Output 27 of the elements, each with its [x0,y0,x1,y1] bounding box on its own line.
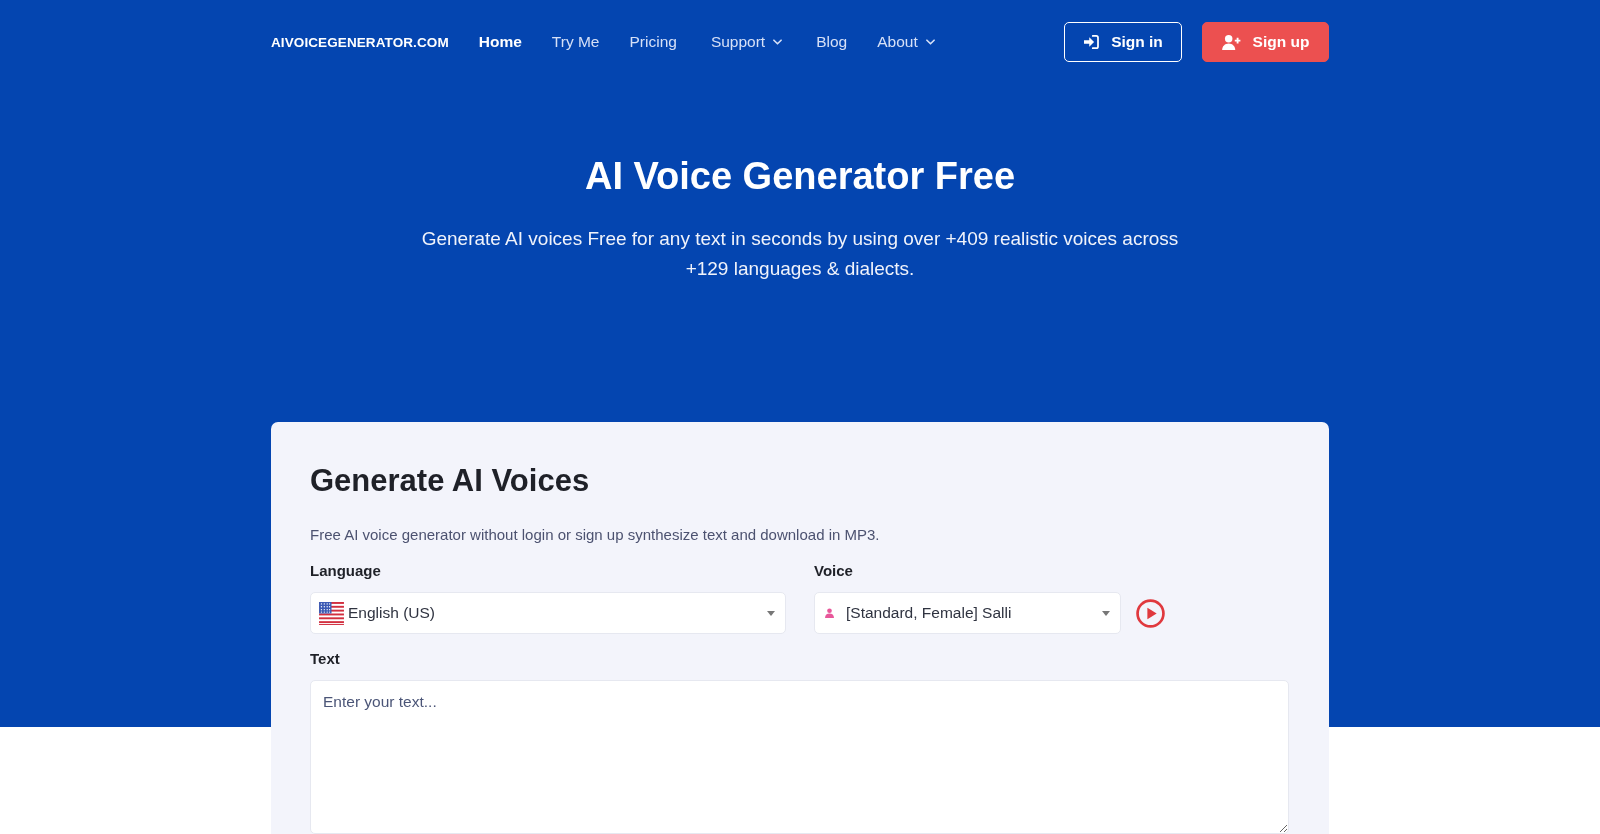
nav-link[interactable]: Support [710,33,783,51]
hero-subtitle: Generate AI voices Free for any text in seconds by using over +409 realistic voices across +129 languages & dialects. [420,227,1180,281]
play-icon [1136,598,1165,628]
nav-link[interactable]: Blog [816,33,848,51]
nav-link[interactable]: Pricing [629,33,677,51]
text-input-field[interactable]: Enter your text... [310,680,1289,834]
card-heading: Generate AI Voices [310,462,590,500]
user-plus-icon [1221,34,1241,50]
voice-label: Voice [814,561,853,581]
nav-link[interactable]: Try Me [551,33,600,51]
card-description: Free AI voice generator without login or sign up synthesize text and download in MP3. [310,525,880,545]
person-icon [825,608,834,618]
hero-title: AI Voice Generator Free [584,154,1016,198]
nav-link[interactable]: Home [478,33,522,51]
text-label: Text [310,649,340,669]
language-label: Language [310,561,381,581]
play-button[interactable] [1136,598,1165,628]
sign-in-icon [1083,35,1100,49]
nav-link[interactable]: About [877,33,935,51]
us-flag-icon [319,601,344,625]
caret-down-icon [767,610,775,616]
voice-select[interactable]: [Standard, Female] Salli [814,592,1121,634]
sign-in-button[interactable]: Sign in [1064,22,1182,62]
sign-up-button[interactable]: Sign up [1202,22,1329,62]
caret-down-icon [1102,610,1110,616]
language-select[interactable]: English (US) [310,592,786,634]
site-logo[interactable]: AIVOICEGENERATOR.COM [271,34,449,50]
